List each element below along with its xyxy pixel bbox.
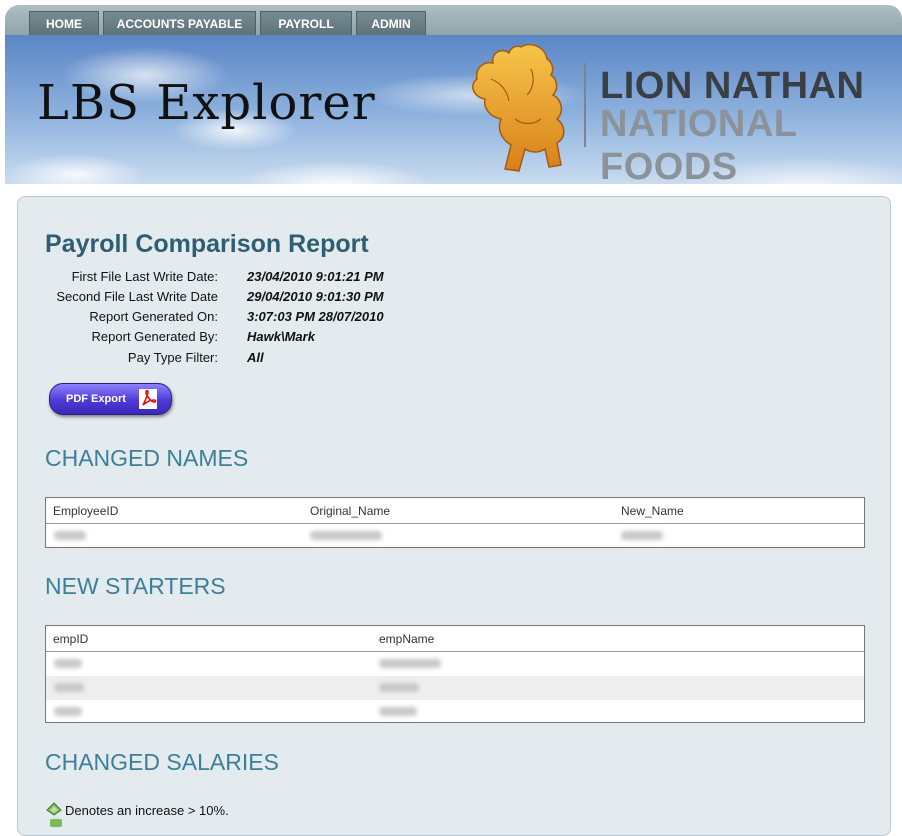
redacted-cell [54, 707, 82, 716]
table-header: EmployeeID Original_Name New_Name [46, 498, 864, 524]
redacted-cell [310, 531, 382, 540]
tab-payroll[interactable]: PAYROLL [260, 11, 352, 35]
app-title: LBS Explorer [37, 75, 376, 131]
tab-accounts-payable[interactable]: ACCOUNTS PAYABLE [103, 11, 256, 35]
new-starters-heading: NEW STARTERS [45, 573, 226, 599]
brand-name-line1: LION NATHAN [600, 65, 865, 107]
meta-value-second-file: 29/04/2010 9:01:30 PM [247, 289, 384, 304]
pdf-file-icon [139, 389, 157, 409]
table-row [46, 652, 864, 676]
meta-label-generated-by: Report Generated By: [91, 329, 218, 344]
header-banner: LBS Explorer LION NATHAN NATIONAL FOODS [5, 35, 902, 184]
column-header[interactable]: empID [53, 632, 88, 646]
redacted-cell [379, 683, 419, 692]
tab-admin[interactable]: ADMIN [356, 11, 426, 35]
column-header[interactable]: New_Name [621, 504, 684, 518]
pdf-export-label: PDF Export [66, 393, 126, 405]
changed-names-table: EmployeeID Original_Name New_Name [45, 497, 865, 548]
redacted-cell [379, 707, 417, 716]
changed-names-heading: CHANGED NAMES [45, 445, 249, 471]
lion-logo-icon [472, 43, 565, 172]
column-header[interactable]: empName [379, 632, 434, 646]
redacted-cell [54, 659, 82, 668]
report-title: Payroll Comparison Report [45, 230, 369, 258]
money-increase-icon [46, 802, 62, 816]
redacted-cell [379, 659, 441, 668]
table-row [46, 524, 864, 548]
redacted-cell [54, 531, 86, 540]
table-row [46, 700, 864, 724]
top-nav: HOME ACCOUNTS PAYABLE PAYROLL ADMIN [5, 5, 902, 35]
pdf-export-button[interactable]: PDF Export [49, 383, 172, 415]
column-header[interactable]: Original_Name [310, 504, 390, 518]
meta-value-first-file: 23/04/2010 9:01:21 PM [247, 269, 384, 284]
redacted-cell [54, 683, 84, 692]
column-header[interactable]: EmployeeID [53, 504, 118, 518]
table-header: empID empName [46, 626, 864, 652]
brand-divider [584, 63, 586, 147]
meta-label-pay-type-filter: Pay Type Filter: [127, 350, 218, 365]
redacted-cell [621, 531, 663, 540]
table-row [46, 676, 864, 700]
tab-home[interactable]: HOME [29, 11, 99, 35]
money-icon [50, 819, 62, 827]
meta-label-generated-on: Report Generated On: [89, 309, 218, 324]
brand-name-line2: NATIONAL FOODS [600, 103, 797, 184]
changed-salaries-heading: CHANGED SALARIES [45, 749, 279, 775]
increase-legend-text: Denotes an increase > 10%. [65, 803, 229, 818]
new-starters-table: empID empName [45, 625, 865, 723]
meta-value-pay-type-filter: All [247, 350, 264, 365]
meta-value-generated-on: 3:07:03 PM 28/07/2010 [247, 309, 384, 324]
meta-label-second-file: Second File Last Write Date [56, 289, 218, 304]
meta-value-generated-by: Hawk\Mark [247, 329, 315, 344]
meta-label-first-file: First File Last Write Date: [71, 269, 218, 284]
